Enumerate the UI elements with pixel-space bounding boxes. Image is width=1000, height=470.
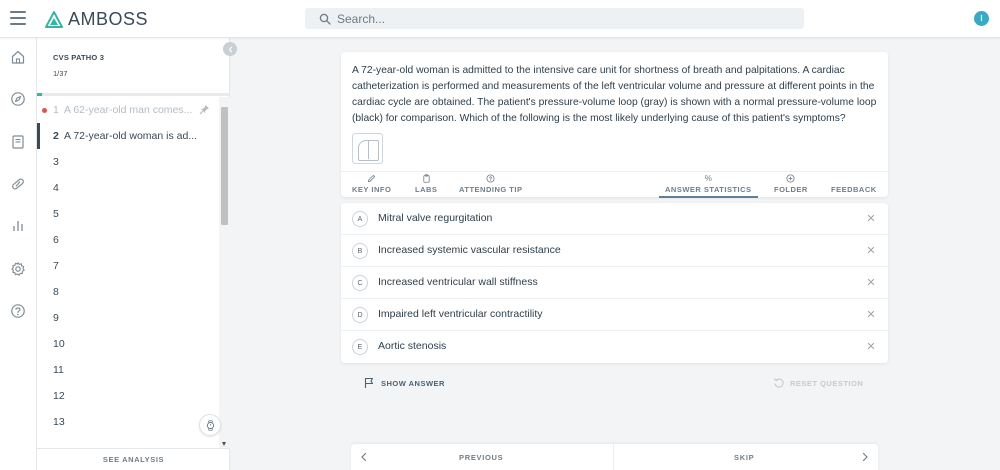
pin-icon[interactable] [199,104,210,115]
menu-icon[interactable] [10,11,26,25]
bar-chart-icon[interactable] [10,218,26,234]
tab-folder[interactable]: FOLDER [774,172,808,198]
watch-icon [206,419,214,431]
question-list-panel: CVS PATHO 3 1/37 1 A 62-year-old man com… [37,38,230,470]
pill-icon[interactable] [10,176,26,192]
answer-option-d[interactable]: D Impaired left ventricular contractilit… [341,299,888,331]
question-item-9[interactable]: 9 [37,305,219,331]
question-item-2[interactable]: 2 A 72-year-old woman is ad... [37,123,219,149]
tab-labs[interactable]: LABS [415,172,437,198]
percent-icon: % [704,174,712,183]
progress-bar-fill [37,93,43,96]
answer-letter: D [352,307,368,323]
question-item-3[interactable]: 3 [37,149,219,175]
answer-option-e[interactable]: E Aortic stenosis [341,331,888,363]
home-icon[interactable] [10,49,26,65]
strike-out-close-icon[interactable] [866,245,876,255]
clipboard-icon [423,174,430,183]
answer-letter: E [352,339,368,355]
strike-out-close-icon[interactable] [866,309,876,319]
add-circle-icon [786,174,795,183]
show-answer-button[interactable]: SHOW ANSWER [363,377,445,389]
question-item-11[interactable]: 11 [37,357,219,383]
tab-feedback[interactable]: FEEDBACK [831,172,877,198]
tab-key-info[interactable]: KEY INFO [352,172,391,198]
previous-button[interactable]: PREVIOUS [351,444,614,470]
amboss-logo-icon [45,10,63,28]
gear-icon[interactable] [10,261,26,277]
question-item-4[interactable]: 4 [37,175,219,201]
answer-option-c[interactable]: C Increased ventricular wall stiffness [341,267,888,299]
answer-letter: B [352,243,368,259]
answer-choices: A Mitral valve regurgitation B Increased… [341,203,888,363]
help-icon[interactable] [10,303,26,319]
tab-answer-statistics[interactable]: % ANSWER STATISTICS [659,172,758,198]
answered-indicator [42,108,47,113]
answer-text: Aortic stenosis [378,340,447,352]
question-item-6[interactable]: 6 [37,227,219,253]
timer-button[interactable] [199,414,221,436]
icon-rail [0,38,37,470]
strike-out-close-icon[interactable] [866,341,876,351]
answer-text: Impaired left ventricular contractility [378,308,543,320]
question-item-10[interactable]: 10 [37,331,219,357]
question-item-12[interactable]: 12 [37,383,219,409]
question-mark-icon [486,174,495,183]
strike-out-close-icon[interactable] [866,213,876,223]
question-item-13[interactable]: 13 [37,409,219,435]
see-analysis-button[interactable]: SEE ANALYSIS [37,448,230,470]
answer-text: Increased systemic vascular resistance [378,244,561,256]
session-progress: 1/37 [53,69,68,78]
logo[interactable]: AMBOSS [45,9,148,30]
pressure-volume-loop-image-thumbnail[interactable] [352,133,383,164]
session-title: CVS PATHO 3 [53,53,105,62]
scrollbar-thumb[interactable] [221,107,228,225]
collapse-panel-button[interactable] [223,42,237,56]
reset-question-button[interactable]: RESET QUESTION [773,377,863,389]
scroll-down-arrow-icon[interactable] [222,442,226,446]
question-item-8[interactable]: 8 [37,279,219,305]
chevron-left-icon [361,452,367,462]
question-item-1[interactable]: 1 A 62-year-old man comes... [37,97,219,123]
search-icon [319,13,331,25]
question-item-7[interactable]: 7 [37,253,219,279]
question-tabs: KEY INFO LABS ATTENDING TIP % ANSWER STA… [341,171,888,198]
progress-bar [37,93,230,96]
search-input[interactable] [337,11,777,26]
pencil-icon [368,174,376,183]
tab-attending-tip[interactable]: ATTENDING TIP [459,172,522,198]
question-item-5[interactable]: 5 [37,201,219,227]
reset-icon [773,378,784,388]
question-list-scrollbar[interactable] [219,97,230,448]
answer-text: Increased ventricular wall stiffness [378,276,538,288]
user-avatar[interactable]: I [974,11,989,26]
answer-option-b[interactable]: B Increased systemic vascular resistance [341,235,888,267]
question-card: A 72-year-old woman is admitted to the i… [341,52,888,198]
question-stem: A 72-year-old woman is admitted to the i… [352,65,877,124]
answer-letter: C [352,275,368,291]
top-bar: AMBOSS I [0,0,1000,38]
book-icon[interactable] [10,134,26,150]
compass-icon[interactable] [10,91,26,107]
brand-name: AMBOSS [68,9,149,29]
question-list: 1 A 62-year-old man comes... 2 A 72-year… [37,97,219,448]
answer-text: Mitral valve regurgitation [378,212,493,224]
chevron-left-icon [228,46,232,52]
answer-letter: A [352,211,368,227]
strike-out-close-icon[interactable] [866,277,876,287]
answer-option-a[interactable]: A Mitral valve regurgitation [341,203,888,235]
search-bar[interactable] [305,8,804,29]
chevron-right-icon [862,452,868,462]
flag-icon [364,377,374,388]
question-navigation: PREVIOUS SKIP [351,444,878,470]
skip-button[interactable]: SKIP [615,444,878,470]
